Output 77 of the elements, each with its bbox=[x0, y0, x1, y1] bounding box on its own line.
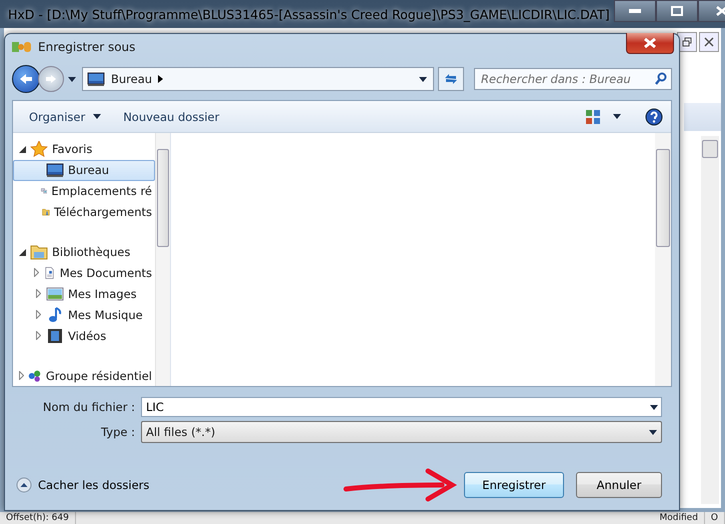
field-label: Nom du fichier : bbox=[42, 400, 135, 414]
scrollbar[interactable] bbox=[701, 136, 719, 504]
collapsed-triangle-icon[interactable] bbox=[36, 310, 40, 320]
minimize-button[interactable] bbox=[614, 0, 656, 22]
maximize-icon bbox=[670, 6, 683, 16]
tree-item[interactable]: Mes Images bbox=[13, 283, 155, 304]
breadcrumb[interactable]: Bureau bbox=[111, 72, 152, 86]
scrollbar-thumb[interactable] bbox=[157, 149, 169, 247]
dialog-title: Enregistrer sous bbox=[38, 40, 136, 54]
status-text: O bbox=[704, 512, 725, 524]
collapsed-triangle-icon[interactable] bbox=[18, 371, 24, 380]
tree-item[interactable]: Mes Documents bbox=[13, 262, 155, 284]
caret-icon bbox=[650, 405, 658, 410]
toolbar-button[interactable]: Organiser bbox=[21, 106, 110, 128]
collapse-icon bbox=[16, 477, 32, 493]
close-button[interactable] bbox=[699, 32, 719, 52]
caret-icon bbox=[93, 114, 102, 119]
dialog-button[interactable]: Annuler bbox=[576, 472, 662, 498]
expanded-triangle-icon[interactable] bbox=[18, 248, 26, 256]
history-caret-icon bbox=[68, 76, 76, 82]
restore-icon bbox=[682, 37, 692, 47]
close-icon bbox=[716, 6, 725, 16]
scrollbar[interactable] bbox=[155, 133, 170, 386]
close-icon bbox=[704, 37, 714, 47]
help-icon[interactable] bbox=[645, 108, 663, 126]
expanded-triangle-icon[interactable] bbox=[18, 146, 26, 153]
image-icon bbox=[46, 286, 64, 302]
tree-item[interactable]: Bibliothèques bbox=[13, 242, 155, 263]
tree-item[interactable]: Vidéos bbox=[13, 325, 155, 346]
document-icon bbox=[43, 264, 56, 281]
view-caret-icon bbox=[613, 114, 621, 119]
chevron-icon bbox=[158, 75, 164, 83]
field-label: Type : bbox=[100, 425, 135, 439]
window-title: HxD - [D:\My Stuff\Programme\BLUS31465-[Assassin's Creed Rogue]\PS3_GAME\LICDIR\LIC.DAT] bbox=[8, 6, 610, 22]
forward-arrow-icon bbox=[45, 74, 57, 84]
tree-item[interactable]: Mes Musique bbox=[13, 304, 155, 326]
address-bar[interactable]: Bureau bbox=[82, 67, 434, 91]
tree-item[interactable]: Groupe résidentiel bbox=[13, 365, 155, 386]
hide-folders-button[interactable]: Cacher les dossiers bbox=[16, 477, 150, 493]
close-button[interactable] bbox=[626, 33, 674, 54]
back-button[interactable] bbox=[12, 65, 40, 93]
monitor-icon bbox=[46, 162, 64, 178]
scrollbar-thumb[interactable] bbox=[656, 149, 670, 247]
film-icon bbox=[46, 328, 64, 344]
view-icon[interactable] bbox=[585, 108, 601, 124]
folder-icon bbox=[30, 244, 48, 260]
monitor-icon bbox=[87, 71, 105, 87]
toolbar bbox=[684, 103, 721, 131]
status-text: Offset(h): 649 bbox=[0, 512, 76, 524]
close-icon bbox=[643, 38, 657, 48]
refresh-button[interactable] bbox=[438, 67, 464, 91]
collapsed-triangle-icon[interactable] bbox=[36, 289, 40, 298]
dialog-button[interactable]: Enregistrer bbox=[464, 472, 564, 498]
star-icon bbox=[30, 141, 48, 158]
status-text: Modified bbox=[76, 512, 705, 524]
collapsed-triangle-icon[interactable] bbox=[36, 331, 40, 340]
collapsed-triangle-icon[interactable] bbox=[34, 268, 40, 278]
scrollbar-thumb[interactable] bbox=[702, 140, 718, 158]
tree-item[interactable]: Bureau bbox=[13, 160, 155, 181]
search-icon bbox=[654, 72, 667, 85]
scrollbar[interactable] bbox=[655, 133, 671, 386]
caret-icon bbox=[419, 76, 427, 82]
music-note-icon bbox=[46, 306, 64, 323]
toolbar-button[interactable]: Nouveau dossier bbox=[115, 106, 228, 128]
search-field[interactable]: Rechercher dans : Bureau bbox=[474, 68, 672, 90]
tree-item[interactable]: Emplacements ré bbox=[13, 180, 155, 202]
type-dropdown[interactable]: All files (*.*) bbox=[141, 421, 662, 443]
filename-field[interactable]: LIC bbox=[141, 397, 662, 417]
tree-item[interactable]: Favoris bbox=[13, 139, 155, 160]
back-arrow-icon bbox=[19, 73, 33, 85]
tree-item[interactable]: Téléchargements bbox=[13, 202, 155, 223]
refresh-icon bbox=[444, 73, 458, 85]
app-logo-icon bbox=[12, 41, 32, 53]
minimize-icon bbox=[628, 9, 641, 13]
network-icon bbox=[28, 368, 42, 384]
maximize-button[interactable] bbox=[656, 0, 698, 22]
caret-icon bbox=[649, 430, 657, 434]
